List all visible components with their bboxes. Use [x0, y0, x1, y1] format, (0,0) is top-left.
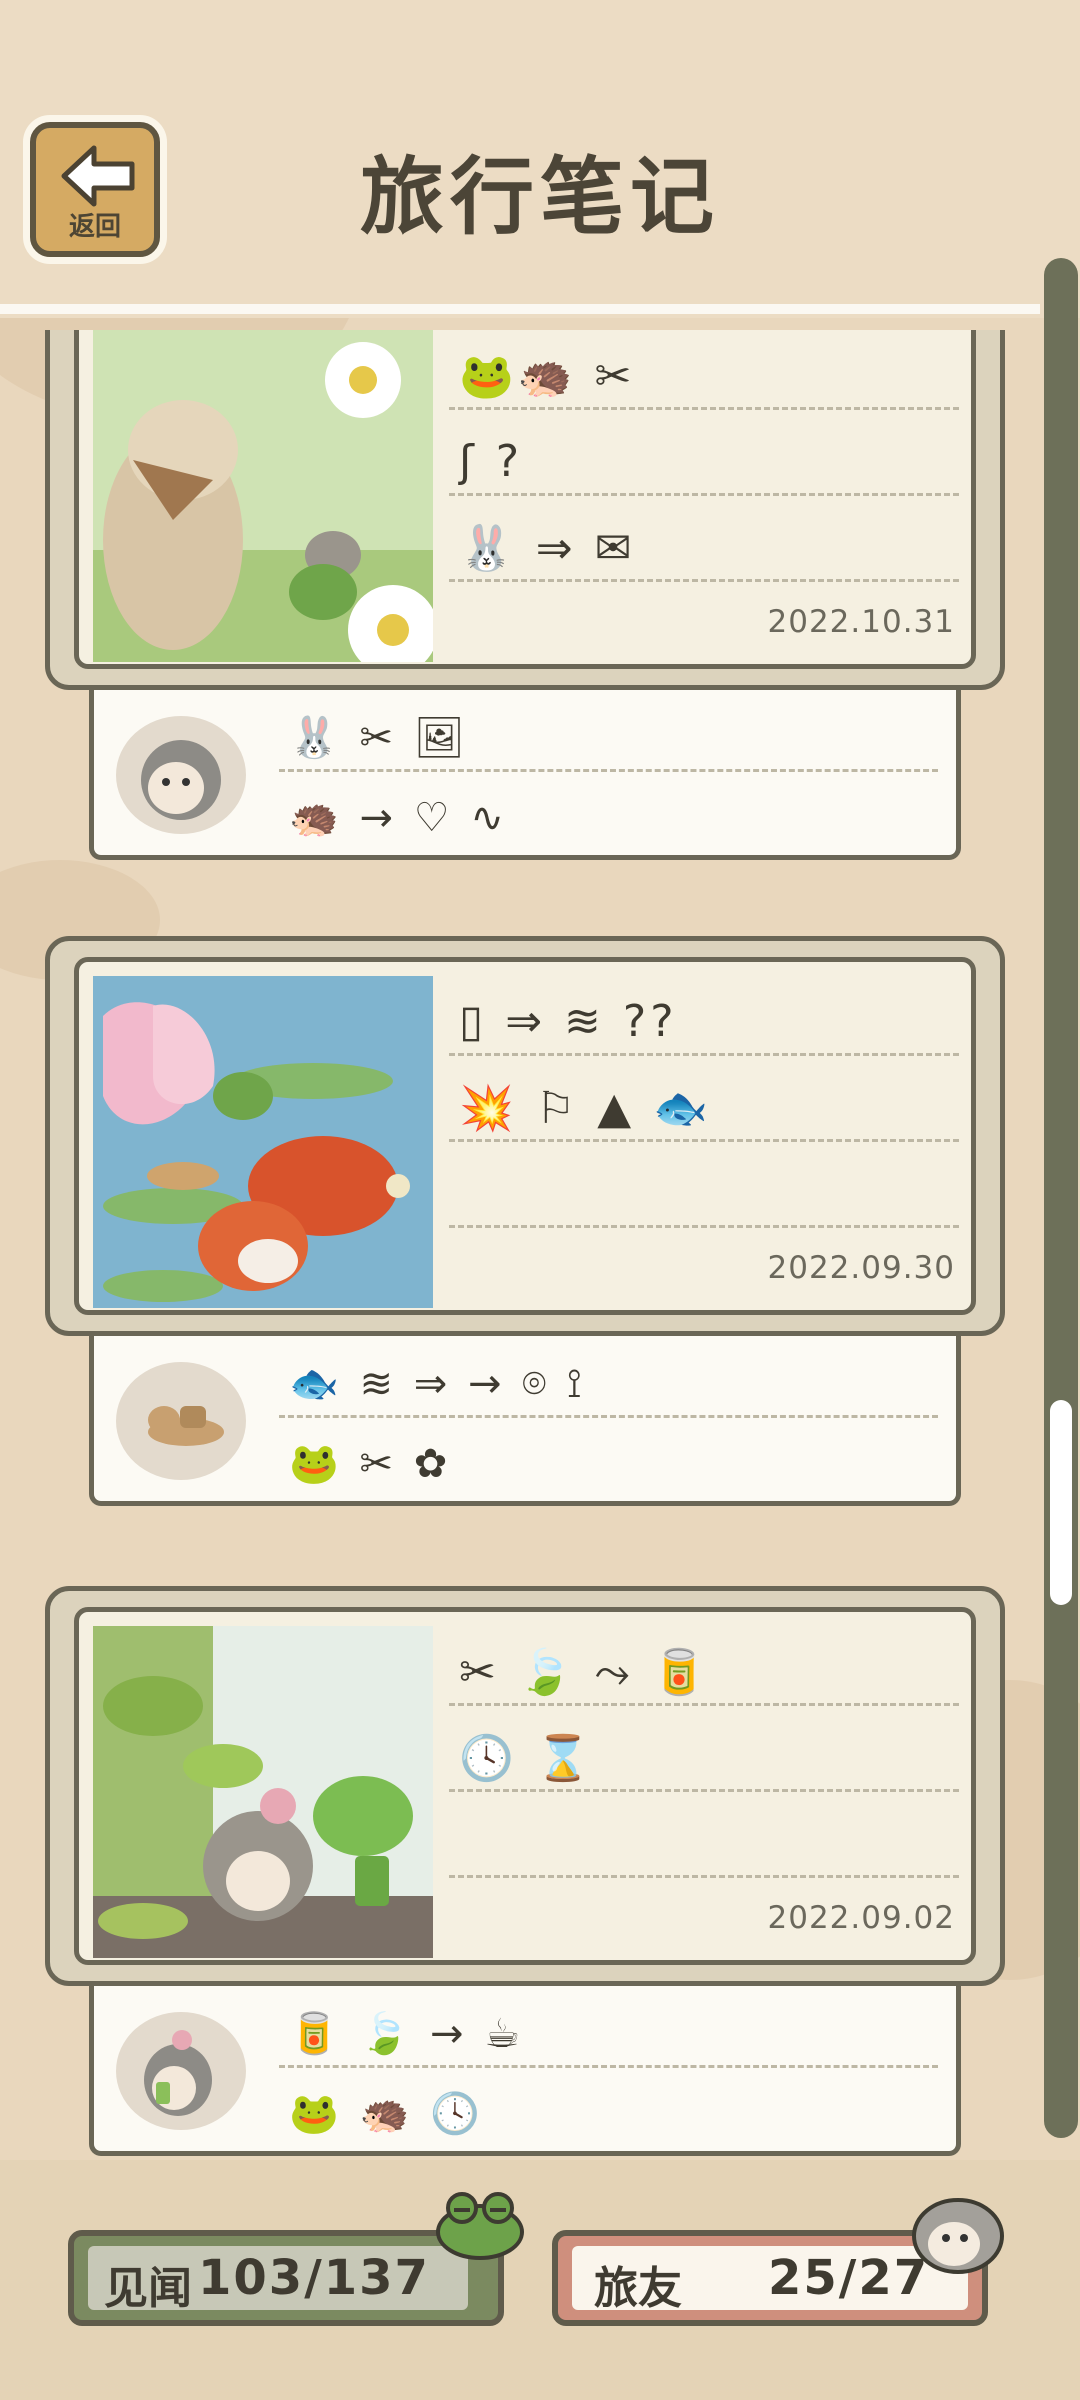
- hedgehog-flower-avatar-icon: [116, 2012, 246, 2130]
- note-card: ▯ ⇒ ≋ ?? 💥 ⚐ ▲ 🐟 2022.09.30: [45, 936, 1005, 1336]
- note-card: ✂ 🍃 ⤳ 🥫 🕓 ⌛ 2022.09.02: [45, 1586, 1005, 1986]
- note-card: 🐸🦔 ✂ ʃ ? 🐰 ⇒ ✉ 2022.10.31: [45, 330, 1005, 690]
- discoveries-value: 103/137: [198, 2250, 430, 2306]
- companion-line: 🐸 ✂ ✿: [289, 1441, 452, 1487]
- note-date: 2022.09.30: [767, 1250, 955, 1286]
- friends-label: 旅友: [594, 2263, 682, 2314]
- note-photo[interactable]: [93, 1626, 433, 1958]
- companion-line: 🥫 🍃 → ☕: [289, 2011, 525, 2057]
- back-arrow-icon: [61, 145, 135, 207]
- companion-line: 🐸 🦔 🕓: [289, 2091, 484, 2137]
- frog-icon: [436, 2192, 524, 2260]
- rabbit-hedgehog-frog-photo: [93, 330, 433, 662]
- frog-hedgehog-tea-photo: [93, 1626, 433, 1958]
- note-line: 🐰 ⇒ ✉: [459, 523, 636, 574]
- back-button-label: 返回: [68, 212, 121, 242]
- note-companion-strip: 🐟 ≋ ⇒ → ⌾ ⟟ 🐸 ✂ ✿: [89, 1336, 961, 1506]
- note-line: ✂ 🍃 ⤳ 🥫: [459, 1647, 711, 1698]
- scrollbar-thumb[interactable]: [1050, 1400, 1072, 1605]
- header-divider: [0, 304, 1040, 314]
- page-title: 旅行笔记: [359, 148, 720, 246]
- companion-line: 🦔 → ♡ ∿: [289, 795, 508, 841]
- note-line: 💥 ⚐ ▲ 🐟: [459, 1083, 712, 1134]
- note-date: 2022.10.31: [767, 604, 955, 640]
- back-button[interactable]: 返回: [30, 122, 160, 257]
- note-line: 🐸🦔 ✂: [459, 351, 636, 402]
- note-companion-strip: 🐰 ✂ 🖼 🦔 → ♡ ∿: [89, 690, 961, 860]
- note-line: ʃ ?: [459, 436, 524, 487]
- note-line: 🕓 ⌛: [459, 1733, 595, 1784]
- note-photo[interactable]: [93, 976, 433, 1308]
- note-line: ▯ ⇒ ≋ ??: [459, 996, 678, 1047]
- travel-notes-list[interactable]: 🐸🦔 ✂ ʃ ? 🐰 ⇒ ✉ 2022.10.31 🐰 ✂ 🖼 🦔 → ♡ ∿: [0, 330, 1040, 2160]
- header: 返回 旅行笔记: [0, 0, 1080, 318]
- hedgehog-avatar-icon: [116, 716, 246, 834]
- note-date: 2022.09.02: [767, 1900, 955, 1936]
- hedgehog-icon: [912, 2198, 1004, 2274]
- lizard-avatar-icon: [116, 1362, 246, 1480]
- lotus-koi-photo: [93, 976, 433, 1308]
- discoveries-label: 见闻: [104, 2263, 192, 2314]
- note-companion-strip: 🥫 🍃 → ☕ 🐸 🦔 🕓: [89, 1986, 961, 2156]
- note-photo[interactable]: [93, 330, 433, 662]
- companion-line: 🐰 ✂ 🖼: [289, 715, 469, 761]
- scrollbar-track[interactable]: [1044, 258, 1078, 2138]
- companion-line: 🐟 ≋ ⇒ → ⌾ ⟟: [289, 1361, 586, 1407]
